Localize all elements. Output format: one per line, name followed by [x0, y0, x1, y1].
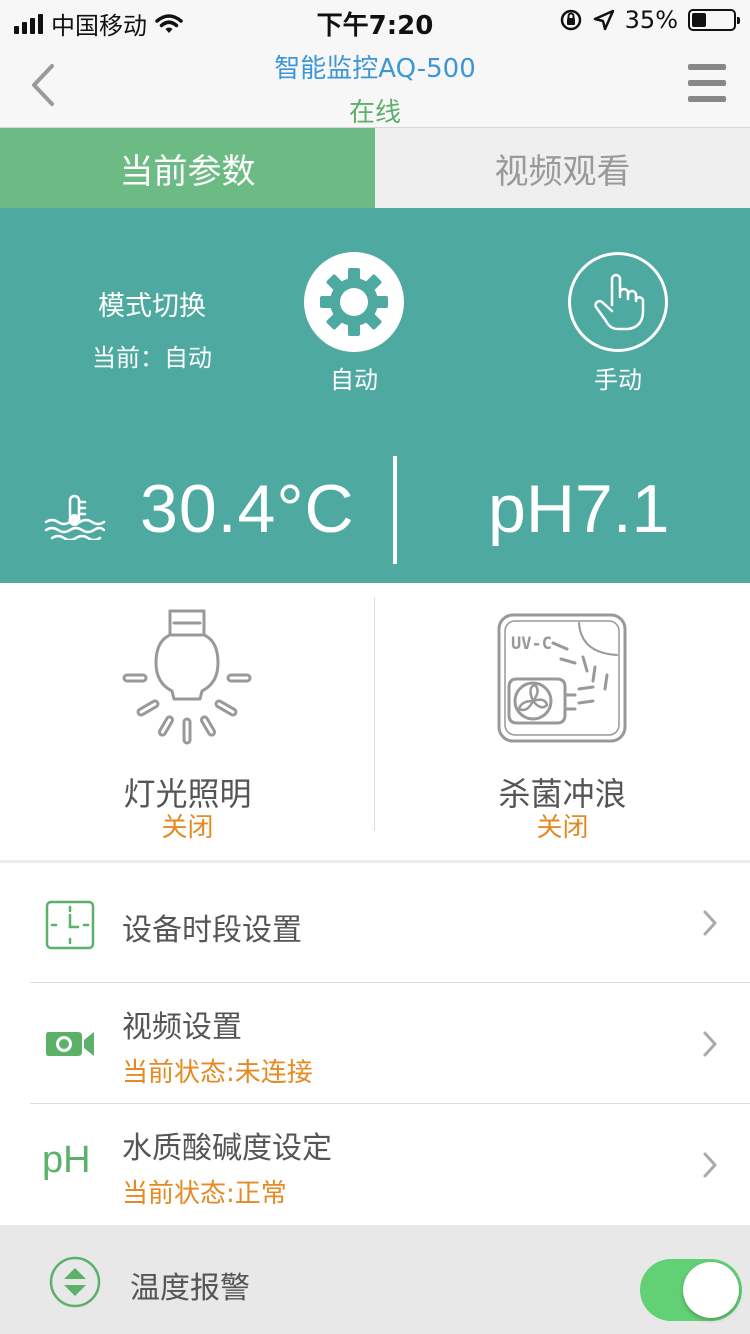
readings-divider: [393, 456, 397, 564]
settings-list: 设备时段设置 视频设置 当前状态:未连接 pH 水质酸碱度设定 当前状态:正常: [0, 863, 750, 1225]
uv-fan-icon: UV-C: [497, 613, 627, 743]
temperature-alarm-row: 温度报警: [0, 1225, 750, 1334]
camera-icon: [46, 1032, 94, 1056]
toggle-knob: [683, 1262, 739, 1318]
manual-mode-button[interactable]: 手动: [548, 252, 688, 395]
mode-switch-label: 模式切换: [98, 291, 206, 322]
tab-video-watch[interactable]: 视频观看: [375, 128, 750, 208]
temperature-alarm-label: 温度报警: [130, 1271, 250, 1306]
light-device-card[interactable]: 灯光照明 关闭: [0, 583, 375, 863]
auto-mode-circle: [304, 252, 404, 352]
video-settings-status: 当前状态:未连接: [122, 1058, 313, 1088]
menu-icon-bar: [688, 80, 726, 86]
manual-mode-circle: [568, 252, 668, 352]
online-status: 在线: [348, 98, 401, 128]
hand-pointer-icon: [594, 273, 645, 331]
menu-icon-bar: [688, 64, 726, 70]
light-device-state: 关闭: [161, 813, 214, 843]
ph-settings-status: 当前状态:正常: [122, 1179, 287, 1209]
device-controls: 灯光照明 关闭 UV-C 杀菌冲浪 关闭: [0, 583, 750, 863]
temperature-alarm-toggle[interactable]: [640, 1259, 742, 1321]
status-bar: 中国移动 下午7:20 35%: [0, 0, 750, 41]
video-settings-item[interactable]: 视频设置 当前状态:未连接: [0, 984, 750, 1104]
auto-mode-label: 自动: [330, 366, 378, 394]
clock-icon: [45, 900, 95, 950]
location-icon: [593, 9, 614, 31]
manual-mode-label: 手动: [594, 366, 642, 394]
ph-settings-item[interactable]: pH 水质酸碱度设定 当前状态:正常: [0, 1105, 750, 1225]
tab-current-params[interactable]: 当前参数: [0, 128, 375, 208]
menu-button[interactable]: [688, 64, 726, 102]
mode-current-label: 当前：自动: [92, 344, 212, 372]
orientation-lock-icon: [560, 9, 581, 31]
ph-settings-title: 水质酸碱度设定: [122, 1131, 332, 1166]
battery-percent: 35%: [624, 6, 678, 34]
status-panel: 模式切换 当前：自动 自动 手动 30.4°C pH7.1: [0, 208, 750, 583]
tab-bar: 当前参数 视频观看: [0, 128, 750, 208]
chevron-right-icon: [703, 1152, 717, 1178]
ph-icon: pH: [42, 1139, 91, 1181]
ph-reading: pH7.1: [488, 471, 670, 547]
page-title: 智能监控AQ-500: [274, 54, 476, 84]
status-right: 35%: [559, 6, 740, 34]
uv-device-card[interactable]: UV-C 杀菌冲浪 关闭: [375, 583, 750, 863]
up-down-arrows-icon: [49, 1256, 101, 1308]
chevron-right-icon: [703, 1031, 717, 1057]
auto-mode-button[interactable]: 自动: [284, 252, 424, 395]
device-schedule-title: 设备时段设置: [122, 913, 302, 948]
temperature-reading: 30.4°C: [140, 471, 355, 547]
water-temperature-icon: [44, 494, 106, 540]
device-schedule-settings-item[interactable]: 设备时段设置: [0, 863, 750, 983]
uv-c-label: UV-C: [511, 634, 552, 654]
list-separator: [30, 1103, 750, 1104]
menu-icon-bar: [688, 96, 726, 102]
battery-icon: [688, 9, 740, 31]
uv-device-state: 关闭: [536, 813, 589, 843]
chevron-right-icon: [703, 910, 717, 936]
video-settings-title: 视频设置: [122, 1010, 242, 1045]
lightbulb-icon: [122, 609, 252, 745]
nav-bar: 智能监控AQ-500 在线: [0, 40, 750, 128]
list-separator: [30, 982, 750, 983]
gear-icon: [320, 268, 388, 336]
